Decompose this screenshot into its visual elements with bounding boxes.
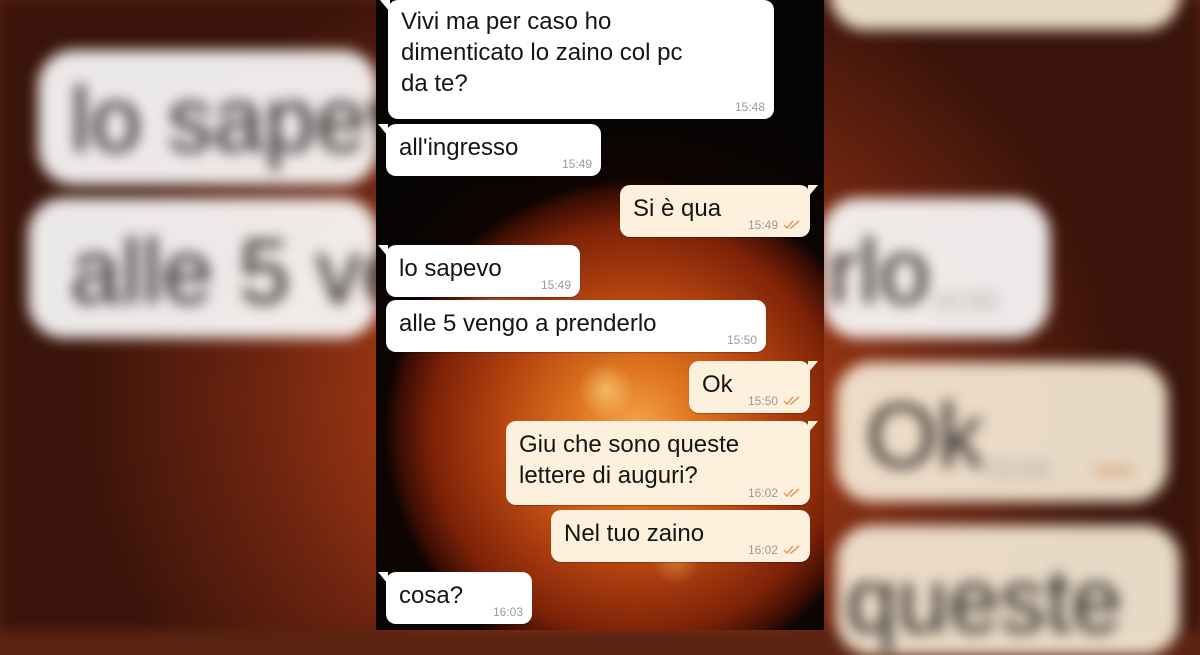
ghost-bubble-top-right: [830, 0, 1180, 30]
message-bubble-incoming[interactable]: cosa? 16:03: [378, 572, 532, 624]
message-time: 16:02: [747, 486, 778, 500]
double-check-icon: [783, 488, 800, 498]
message-meta: 15:48: [735, 100, 765, 114]
message-bubble-incoming[interactable]: lo sapevo 15:49: [378, 245, 580, 297]
message-time: 15:49: [747, 218, 778, 232]
message-time: 16:03: [492, 605, 523, 619]
message-time: 15:49: [561, 157, 592, 171]
ghost-bubble-right-3: queste: [836, 525, 1180, 655]
message-text: all'ingresso: [399, 134, 519, 161]
message-time: 15:48: [734, 100, 765, 114]
message-time: 16:02: [747, 543, 778, 557]
message-bubble-outgoing[interactable]: Ok 15:50: [689, 361, 818, 413]
ghost-bubble-left-2: alle 5 vengo: [28, 198, 566, 338]
message-bubble-outgoing[interactable]: Giu che sono queste lettere di auguri? 1…: [506, 421, 818, 505]
message-meta: 16:02: [748, 543, 801, 557]
message-meta: 15:49: [562, 157, 592, 171]
chat-panel: Vivi ma per caso ho dimenticato lo zaino…: [376, 0, 824, 630]
message-bubble-incoming[interactable]: all'ingresso 15:49: [378, 124, 601, 176]
ghost-bubble-right-1: rlo 15:50: [822, 198, 1050, 338]
double-check-icon: [783, 545, 800, 555]
message-meta: 16:02: [748, 486, 801, 500]
double-check-icon: [783, 396, 800, 406]
message-bubble-outgoing[interactable]: Si è qua 15:49: [620, 185, 818, 237]
ghost-bubble-left-1: lo sapevo: [38, 50, 464, 185]
message-time: 15:50: [747, 394, 778, 408]
message-meta: 16:03: [493, 605, 523, 619]
ghost-double-check-icon: [1092, 454, 1144, 473]
message-bubble-outgoing[interactable]: Nel tuo zaino 16:02: [551, 510, 810, 562]
message-meta: 15:49: [541, 278, 571, 292]
message-bubble-incoming[interactable]: Vivi ma per caso ho dimenticato lo zaino…: [380, 0, 774, 119]
message-text: Vivi ma per caso ho dimenticato lo zaino…: [401, 8, 683, 97]
message-text: Giu che sono queste lettere di auguri?: [519, 431, 740, 489]
message-time: 15:50: [726, 333, 757, 347]
message-meta: 15:49: [748, 218, 801, 232]
message-text: alle 5 vengo a prenderlo: [399, 310, 657, 337]
message-meta: 15:50: [748, 394, 801, 408]
message-meta: 15:50: [727, 333, 757, 347]
message-bubble-incoming[interactable]: alle 5 vengo a prenderlo 15:50: [386, 300, 766, 352]
double-check-icon: [783, 220, 800, 230]
message-time: 15:49: [540, 278, 571, 292]
ghost-bubble-right-2: Ok 15:50: [836, 362, 1168, 502]
